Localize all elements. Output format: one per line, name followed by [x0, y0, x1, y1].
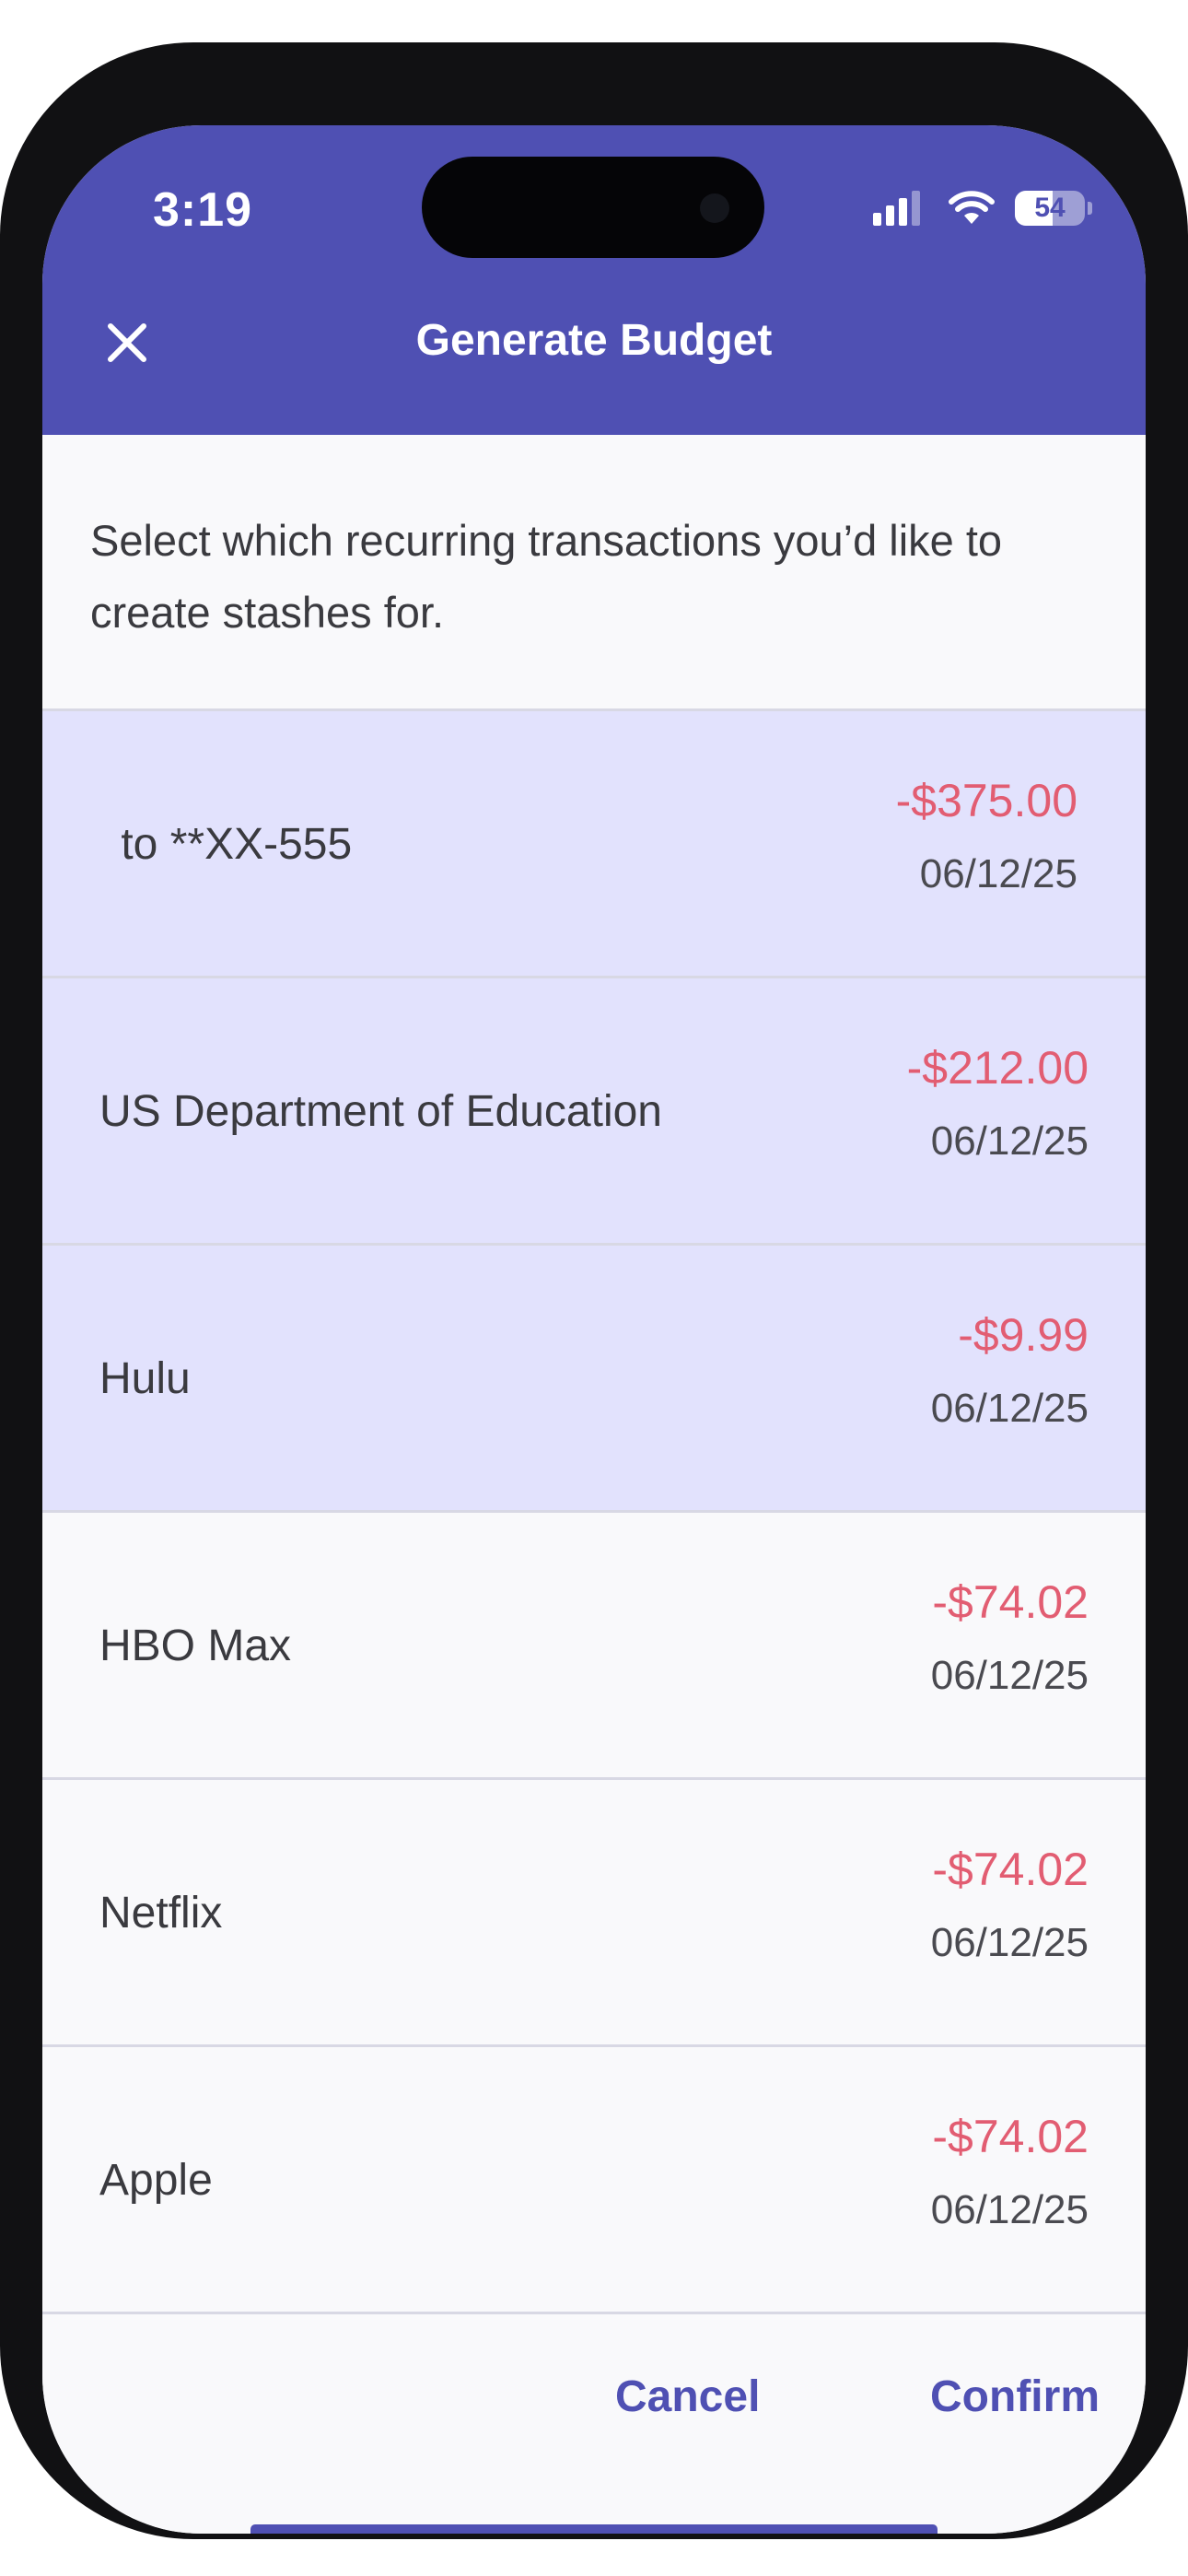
transaction-name: Apple	[99, 2156, 213, 2205]
status-time: 3:19	[153, 183, 253, 237]
transaction-amount: -$74.02	[932, 1844, 1089, 1895]
transaction-row[interactable]: Apple -$74.02 06/12/25	[42, 2047, 1146, 2314]
transaction-amount: -$9.99	[958, 1309, 1089, 1361]
app-screen: 3:19 54 Generate Budget Select which rec…	[42, 125, 1146, 2534]
dynamic-island	[422, 157, 764, 258]
phone-frame: 3:19 54 Generate Budget Select which rec…	[0, 42, 1188, 2539]
transaction-date: 06/12/25	[930, 1920, 1089, 1965]
cellular-signal-icon	[873, 191, 925, 226]
app-header: 3:19 54 Generate Budget	[42, 125, 1146, 435]
transaction-amount: -$375.00	[895, 775, 1077, 826]
transaction-date: 06/12/25	[930, 1653, 1089, 1698]
intro-section: Select which recurring transactions you’…	[42, 435, 1146, 711]
transaction-row[interactable]: HBO Max -$74.02 06/12/25	[42, 1513, 1146, 1780]
transaction-name: Netflix	[99, 1889, 223, 1938]
transaction-name: US Department of Education	[99, 1087, 662, 1136]
transaction-date: 06/12/25	[919, 851, 1077, 896]
battery-cap	[1088, 202, 1092, 215]
transaction-amount: -$212.00	[906, 1042, 1089, 1094]
transaction-date: 06/12/25	[930, 1386, 1089, 1431]
transaction-name: to **XX-555	[109, 820, 353, 869]
transaction-row[interactable]: to **XX-555 -$375.00 06/12/25	[42, 711, 1146, 978]
transaction-date: 06/12/25	[930, 1118, 1089, 1164]
battery-percent: 54	[1034, 193, 1066, 223]
status-icons: 54	[873, 188, 1092, 228]
transaction-name: Hulu	[99, 1354, 191, 1403]
transaction-name: HBO Max	[99, 1622, 292, 1670]
transaction-row[interactable]: US Department of Education -$212.00 06/1…	[42, 978, 1146, 1246]
transaction-list: to **XX-555 -$375.00 06/12/25 US Departm…	[42, 711, 1146, 2314]
confirm-button[interactable]: Confirm	[930, 2371, 1100, 2422]
battery-icon: 54	[1015, 191, 1085, 226]
transaction-row[interactable]: Netflix -$74.02 06/12/25	[42, 1780, 1146, 2047]
transaction-amount: -$74.02	[932, 1576, 1089, 1628]
dialog-footer: Cancel Confirm	[42, 2316, 1146, 2534]
camera-icon	[700, 193, 729, 223]
transaction-date: 06/12/25	[930, 2187, 1089, 2232]
transaction-amount: -$74.02	[932, 2111, 1089, 2162]
page-title: Generate Budget	[415, 316, 773, 365]
cancel-button[interactable]: Cancel	[615, 2371, 760, 2422]
home-indicator	[250, 2524, 938, 2534]
transaction-row[interactable]: Hulu -$9.99 06/12/25	[42, 1246, 1146, 1513]
wifi-icon	[949, 191, 995, 224]
intro-text: Select which recurring transactions you’…	[90, 516, 1003, 637]
